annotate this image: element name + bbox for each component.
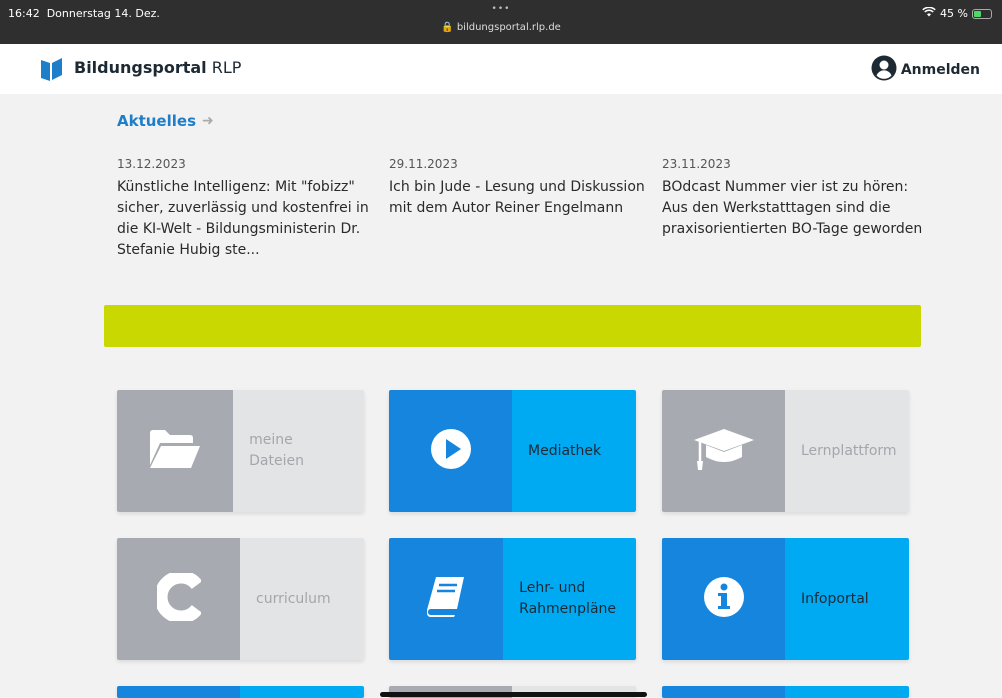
tile-label: curriculum bbox=[240, 538, 364, 660]
tile-lehr-und-rahmenplaene[interactable]: Lehr- und Rahmenpläne bbox=[389, 538, 636, 660]
tile-mediathek[interactable]: Mediathek bbox=[389, 390, 636, 512]
site-header: Bildungsportal RLP Anmelden bbox=[0, 44, 1002, 94]
tile-label: Lernplattform bbox=[785, 390, 909, 512]
bildungsportal-logo[interactable] bbox=[40, 56, 64, 86]
battery-percent: 45 % bbox=[940, 7, 968, 20]
wifi-icon bbox=[922, 6, 936, 20]
user-icon bbox=[871, 55, 897, 85]
aktuelles-title: Aktuelles bbox=[117, 112, 196, 130]
aktuelles-link[interactable]: Aktuelles ➜ bbox=[117, 112, 214, 130]
tile-label: Infoportal bbox=[785, 538, 909, 660]
news-date: 23.11.2023 bbox=[662, 157, 731, 171]
news-title[interactable]: Ich bin Jude - Lesung und Dis­kussion mi… bbox=[389, 177, 651, 219]
play-circle-icon bbox=[430, 428, 472, 474]
lock-icon: 🔒 bbox=[441, 22, 454, 33]
battery-icon bbox=[972, 8, 992, 19]
login-label: Anmelden bbox=[900, 62, 980, 78]
login-button[interactable]: Anmelden bbox=[871, 55, 980, 85]
tile-partial[interactable] bbox=[117, 686, 364, 698]
info-circle-icon bbox=[703, 576, 745, 622]
address-bar[interactable]: 🔒 bildungsportal.rlp.de bbox=[0, 22, 1002, 33]
graduation-cap-icon bbox=[692, 427, 756, 475]
multitasking-dots[interactable]: ••• bbox=[0, 4, 1002, 14]
tile-label: Mediathek bbox=[512, 390, 636, 512]
news-title[interactable]: BOdcast Nummer vier ist zu hö­ren: Aus d… bbox=[662, 177, 924, 240]
tile-infoportal[interactable]: Infoportal bbox=[662, 538, 909, 660]
news-title[interactable]: Künstliche Intelligenz: Mit "fo­bizz" si… bbox=[117, 177, 379, 261]
curriculum-c-icon bbox=[154, 570, 202, 625]
green-banner bbox=[104, 305, 921, 347]
ios-status-bar: 16:42 Donnerstag 14. Dez. ••• 🔒 bildungs… bbox=[0, 0, 1002, 44]
arrow-right-icon: ➜ bbox=[202, 113, 214, 129]
news-item[interactable]: 13.12.2023 Künstliche Intelligenz: Mit "… bbox=[117, 157, 379, 261]
book-icon bbox=[426, 576, 465, 622]
tile-label: Lehr- und Rahmenpläne bbox=[503, 538, 636, 660]
tile-label: meine Dateien bbox=[233, 390, 364, 512]
news-date: 13.12.2023 bbox=[117, 157, 186, 171]
status-right: 45 % bbox=[922, 6, 992, 20]
news-date: 29.11.2023 bbox=[389, 157, 458, 171]
tile-meine-dateien[interactable]: meine Dateien bbox=[117, 390, 364, 512]
news-item[interactable]: 23.11.2023 BOdcast Nummer vier ist zu hö… bbox=[662, 157, 924, 240]
tile-partial[interactable] bbox=[662, 686, 909, 698]
address-bar-url: bildungsportal.rlp.de bbox=[456, 22, 561, 33]
folder-open-icon bbox=[148, 429, 202, 473]
site-brand[interactable]: Bildungsportal RLP bbox=[74, 58, 241, 77]
tile-lernplattform[interactable]: Lernplattform bbox=[662, 390, 909, 512]
home-indicator[interactable] bbox=[380, 692, 647, 697]
tile-curriculum[interactable]: curriculum bbox=[117, 538, 364, 660]
news-item[interactable]: 29.11.2023 Ich bin Jude - Lesung und Dis… bbox=[389, 157, 651, 219]
